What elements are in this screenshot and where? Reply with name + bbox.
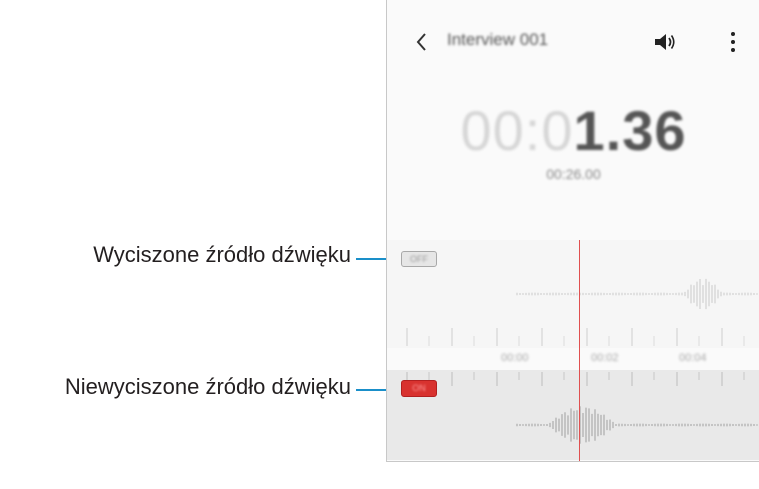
unmuted-source-toggle[interactable]: ON	[401, 380, 437, 397]
muted-source-toggle[interactable]: OFF	[401, 251, 437, 267]
muted-source-toggle-label: OFF	[410, 254, 428, 264]
muted-waveform	[516, 278, 758, 310]
muted-source-callout: Wyciszone źródło dźwięku	[93, 242, 351, 267]
voice-recorder-screen: Interview 001 00:01.36 00:26.00 00:00 00…	[386, 0, 759, 462]
active-waveform	[516, 406, 758, 444]
timeline-ticks	[406, 328, 745, 386]
unmuted-source-callout: Niewyciszone źródło dźwięku	[64, 374, 351, 399]
unmuted-source-toggle-label: ON	[412, 383, 426, 393]
playhead[interactable]	[579, 240, 580, 461]
waveform-layer	[406, 278, 758, 444]
